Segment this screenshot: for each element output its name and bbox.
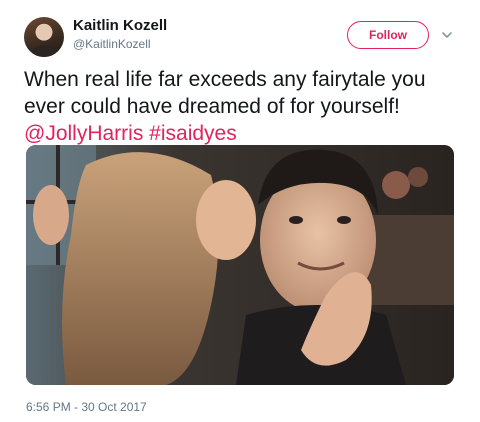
author-name[interactable]: Kaitlin Kozell: [73, 17, 167, 34]
tweet-text-line-3: @JollyHarris #isaidyes: [24, 120, 464, 147]
tweet-text: When real life far exceeds any fairytale…: [24, 66, 464, 147]
tweet-card: Kaitlin Kozell @KaitlinKozell Follow Whe…: [0, 0, 480, 422]
author-avatar[interactable]: [24, 17, 64, 57]
chevron-down-icon[interactable]: [440, 28, 454, 42]
photo-couple-illustration: [26, 145, 454, 385]
mention-link[interactable]: @JollyHarris: [24, 122, 143, 145]
author-handle[interactable]: @KaitlinKozell: [73, 37, 151, 51]
hashtag-link[interactable]: #isaidyes: [149, 122, 237, 145]
tweet-text-line-1: When real life far exceeds any fairytale…: [24, 68, 426, 91]
follow-button[interactable]: Follow: [347, 21, 429, 49]
tweet-photo[interactable]: [26, 145, 454, 385]
tweet-timestamp[interactable]: 6:56 PM - 30 Oct 2017: [26, 400, 147, 414]
tweet-text-line-2: ever could have dreamed of for yourself!: [24, 95, 400, 118]
